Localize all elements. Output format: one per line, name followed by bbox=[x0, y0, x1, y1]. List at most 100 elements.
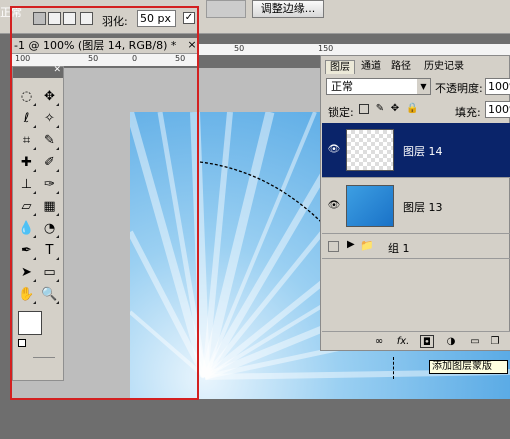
horizontal-ruler: 100 50 0 50 bbox=[12, 54, 198, 66]
tab-layers[interactable]: 图层 bbox=[325, 60, 355, 74]
history-brush-icon[interactable]: ✑ bbox=[40, 175, 59, 194]
eyedropper-icon[interactable]: ✎ bbox=[40, 131, 59, 150]
type-icon[interactable]: T bbox=[40, 241, 59, 260]
tool-flyout-indicator bbox=[56, 147, 59, 150]
tool-flyout-indicator bbox=[33, 213, 36, 216]
adjustment-layer-icon[interactable]: ◑ bbox=[444, 335, 458, 348]
move-icon[interactable]: ✥ bbox=[40, 87, 59, 106]
tool-flyout-indicator bbox=[33, 191, 36, 194]
pen-icon[interactable]: ✒ bbox=[17, 241, 36, 260]
layers-panel: 图层 通道 路径 历史记录 正常 ▼ 不透明度: 100% 锁定: ✎ ✥ 🔒 … bbox=[320, 55, 510, 351]
tab-history[interactable]: 历史记录 bbox=[418, 60, 470, 74]
zoom-icon[interactable]: 🔍 bbox=[40, 285, 59, 304]
opacity-input[interactable]: 100% bbox=[485, 78, 510, 95]
mode-label: 正常 bbox=[0, 6, 22, 19]
fx-icon[interactable]: fx. bbox=[396, 335, 410, 348]
layer-thumbnail bbox=[346, 129, 394, 171]
tool-flyout-indicator bbox=[56, 301, 59, 304]
tool-flyout-indicator bbox=[56, 235, 59, 238]
layer-group-row[interactable]: ▶ 📁 组 1 bbox=[322, 235, 510, 259]
hand-icon[interactable]: ✋ bbox=[17, 285, 36, 304]
selection-edge bbox=[393, 357, 394, 379]
toolbox-close-icon[interactable]: ✕ bbox=[53, 65, 61, 75]
visibility-toggle[interactable] bbox=[328, 241, 339, 252]
gradient-icon[interactable]: ▦ bbox=[40, 197, 59, 216]
folder-icon: 📁 bbox=[360, 239, 374, 252]
toolbox-header[interactable]: ✕ bbox=[13, 65, 63, 78]
path-select-icon[interactable]: ➤ bbox=[17, 263, 36, 282]
document-tab-title[interactable]: -1 @ 100% (图层 14, RGB/8) * bbox=[12, 38, 198, 54]
tool-flyout-indicator bbox=[33, 279, 36, 282]
layers-panel-footer: ∞ fx. ◘ ◑ ▭ ❐ bbox=[322, 331, 510, 350]
refine-edge-button[interactable]: 调整边缘... bbox=[252, 0, 324, 18]
workspace-background bbox=[12, 399, 510, 439]
add-mask-icon[interactable]: ◘ bbox=[420, 335, 434, 348]
feather-label: 羽化: bbox=[102, 15, 128, 28]
eraser-icon[interactable]: ▱ bbox=[17, 197, 36, 216]
new-selection-button[interactable] bbox=[33, 12, 46, 25]
fill-input[interactable]: 100% bbox=[485, 101, 510, 118]
subtract-selection-button[interactable] bbox=[63, 12, 76, 25]
layer-name: 图层 13 bbox=[403, 201, 443, 214]
layer-row-13[interactable]: 👁 图层 13 bbox=[322, 179, 510, 234]
feather-input[interactable]: 50 px bbox=[137, 10, 176, 27]
healing-brush-icon[interactable]: ✚ bbox=[17, 153, 36, 172]
tool-flyout-indicator bbox=[33, 125, 36, 128]
ruler-label: 0 bbox=[132, 54, 138, 63]
lock-position-icon[interactable]: ✥ bbox=[390, 104, 400, 114]
toolbox-divider bbox=[33, 357, 55, 358]
lock-paint-icon[interactable]: ✎ bbox=[375, 104, 385, 114]
layer-name: 图层 14 bbox=[403, 145, 443, 158]
layer-thumbnail bbox=[346, 185, 394, 227]
opacity-label: 不透明度: bbox=[435, 82, 483, 95]
layer-row-14[interactable]: 👁 图层 14 bbox=[322, 123, 510, 178]
document-close-button[interactable]: × bbox=[186, 38, 198, 53]
lock-transparent-icon[interactable] bbox=[359, 104, 369, 114]
expand-arrow-icon[interactable]: ▶ bbox=[347, 239, 355, 250]
tooltip: 添加图层蒙版 bbox=[429, 360, 508, 374]
shape-icon[interactable]: ▭ bbox=[40, 263, 59, 282]
ruler-label: 50 bbox=[175, 54, 186, 63]
ruler-label: 150 bbox=[318, 44, 334, 53]
tab-paths[interactable]: 路径 bbox=[387, 60, 415, 74]
tool-flyout-indicator bbox=[56, 125, 59, 128]
link-layers-icon[interactable]: ∞ bbox=[372, 335, 386, 348]
add-selection-button[interactable] bbox=[48, 12, 61, 25]
group-name: 组 1 bbox=[388, 242, 410, 255]
chevron-down-icon[interactable]: ▼ bbox=[417, 79, 430, 94]
lock-all-icon[interactable]: 🔒 bbox=[406, 104, 418, 114]
crop-icon[interactable]: ⌗ bbox=[17, 131, 36, 150]
options-bar: 正常 羽化: 50 px ✓ 调整边缘... bbox=[0, 0, 510, 34]
ruler-label: 50 bbox=[234, 44, 245, 53]
marquee-icon[interactable]: ◌ bbox=[17, 87, 36, 106]
eye-icon[interactable]: 👁 bbox=[324, 123, 344, 176]
tool-flyout-indicator bbox=[56, 103, 59, 106]
tool-flyout-indicator bbox=[56, 191, 59, 194]
stamp-icon[interactable]: ⊥ bbox=[17, 175, 36, 194]
tool-flyout-indicator bbox=[33, 235, 36, 238]
tool-flyout-indicator bbox=[56, 257, 59, 260]
intersect-selection-button[interactable] bbox=[80, 12, 93, 25]
style-dropdown[interactable] bbox=[206, 0, 246, 18]
ruler-label: 50 bbox=[88, 54, 99, 63]
new-layer-icon[interactable]: ❐ bbox=[488, 335, 502, 348]
tool-flyout-indicator bbox=[33, 103, 36, 106]
toolbox: ✕ ◌ ✥ ℓ ✧ ⌗ ✎ ✚ ✐ ⊥ ✑ ▱ ▦ 💧 ◔ ✒ T ➤ ▭ ✋ 🔍 bbox=[12, 65, 64, 381]
tool-flyout-indicator bbox=[33, 147, 36, 150]
tool-flyout-indicator bbox=[33, 169, 36, 172]
brush-icon[interactable]: ✐ bbox=[40, 153, 59, 172]
magic-wand-icon[interactable]: ✧ bbox=[40, 109, 59, 128]
lasso-icon[interactable]: ℓ bbox=[17, 109, 36, 128]
tab-channels[interactable]: 通道 bbox=[357, 60, 385, 74]
default-colors-icon[interactable] bbox=[18, 339, 26, 347]
dodge-icon[interactable]: ◔ bbox=[40, 219, 59, 238]
tool-flyout-indicator bbox=[56, 213, 59, 216]
antialias-checkbox[interactable]: ✓ bbox=[183, 12, 195, 24]
blend-mode-select[interactable]: 正常 bbox=[326, 78, 431, 95]
outer-ruler: 50 150 bbox=[198, 44, 510, 55]
new-group-icon[interactable]: ▭ bbox=[468, 335, 482, 348]
foreground-color-swatch[interactable] bbox=[18, 311, 42, 335]
tool-flyout-indicator bbox=[33, 257, 36, 260]
blur-icon[interactable]: 💧 bbox=[17, 219, 36, 238]
eye-icon[interactable]: 👁 bbox=[324, 179, 344, 232]
